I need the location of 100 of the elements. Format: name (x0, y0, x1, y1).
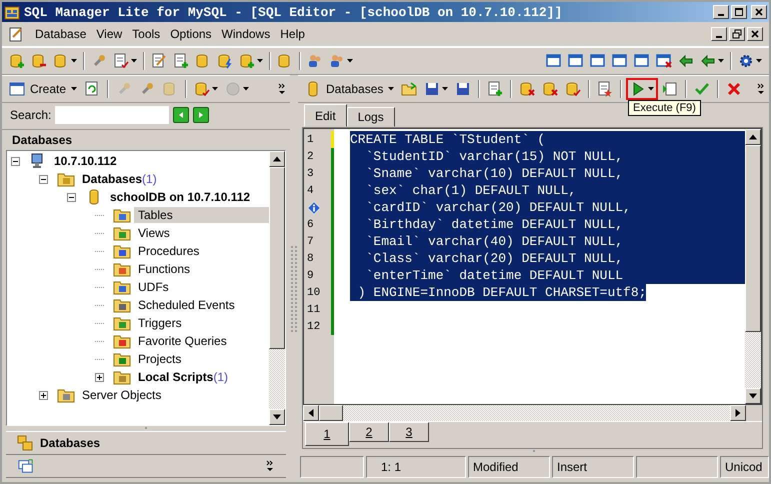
tree-item[interactable]: Local Scripts(1) (134, 369, 232, 385)
tree-item[interactable]: schoolDB on 10.7.10.112 (106, 189, 254, 205)
databases-dropdown[interactable]: Databases (302, 78, 398, 100)
folder-icon (57, 171, 75, 187)
close-icon (750, 29, 760, 39)
status-panel (300, 456, 364, 478)
window-title: SQL Manager Lite for MySQL - [SQL Editor - [schoolDB on 10.7.10.112]] (24, 4, 562, 20)
editor-tab[interactable]: Logs (346, 107, 395, 127)
caret-icon (131, 59, 137, 63)
tree-item[interactable]: Views (134, 225, 174, 241)
close-windows-icon (656, 53, 672, 69)
down-arrow-icon[interactable] (273, 413, 281, 421)
maximize-button[interactable] (731, 5, 747, 19)
tree-item[interactable]: Favorite Queries (134, 333, 231, 349)
disconnect-icon (116, 81, 132, 97)
caret-icon (648, 87, 654, 91)
next-button[interactable] (193, 107, 210, 123)
tree-item[interactable]: Databases(1) (78, 171, 161, 187)
tree-item[interactable]: 10.7.10.112 (50, 153, 121, 169)
execute-button[interactable] (626, 78, 658, 100)
save-icon (424, 81, 440, 97)
up-arrow-icon[interactable] (749, 133, 757, 141)
scroll-thumb[interactable] (319, 405, 343, 421)
code-editor[interactable] (303, 128, 762, 405)
menu-item[interactable]: Windows (216, 27, 276, 41)
menu-item[interactable]: Tools (127, 27, 166, 41)
search-field[interactable] (55, 106, 170, 124)
menu-item[interactable]: Help (275, 27, 310, 41)
close-button[interactable] (751, 5, 767, 19)
open-folder-icon (401, 81, 418, 97)
stacked-windows-icon (568, 53, 584, 69)
user-key-icon (329, 53, 345, 69)
more-chevron-icon[interactable] (266, 460, 274, 472)
caret-icon (347, 59, 353, 63)
favorite-add-icon (597, 81, 614, 97)
line-number: 7 (306, 236, 314, 248)
status-text: Modified (468, 456, 550, 478)
windows-icon[interactable] (18, 458, 34, 474)
folder-icon (113, 315, 131, 331)
more-chevron-icon[interactable] (278, 83, 286, 95)
expander[interactable] (67, 192, 76, 202)
left-arrow-icon[interactable] (307, 409, 315, 417)
tree-item[interactable]: Triggers (134, 315, 186, 331)
expander[interactable] (11, 156, 20, 166)
line-number: 3 (306, 168, 314, 180)
line-number: 8 (306, 252, 314, 264)
tree-item[interactable]: Functions (134, 261, 194, 277)
tree-item[interactable]: UDFs (134, 279, 173, 295)
explain-icon (662, 81, 678, 97)
previous-button[interactable] (173, 107, 190, 123)
rollback-icon (726, 81, 742, 97)
caret-icon (718, 59, 724, 63)
users-icon (307, 53, 323, 69)
expander[interactable] (39, 174, 48, 184)
cylinder-check-icon (194, 81, 210, 97)
checklist-icon (113, 53, 129, 69)
minimize-icon (718, 14, 724, 16)
line-number: 11 (306, 304, 320, 316)
up-arrow-icon[interactable] (273, 155, 281, 163)
search-label: Search: (10, 108, 52, 122)
close-button[interactable] (747, 27, 763, 41)
cylinder-minus-icon (31, 53, 47, 69)
page-tab[interactable]: 1 (305, 422, 349, 446)
tree-item[interactable]: Scheduled Events (134, 297, 239, 313)
panel-title: Databases (12, 133, 72, 147)
restore-button[interactable] (729, 27, 745, 41)
caret-icon (212, 87, 218, 91)
tree-item[interactable]: Procedures (134, 243, 204, 259)
menu-item[interactable]: Options (165, 27, 217, 41)
editor-tab[interactable]: Edit (304, 104, 347, 127)
line-number: 12 (306, 320, 320, 332)
vertical-scrollbar[interactable] (745, 129, 761, 404)
caret-icon (71, 59, 77, 63)
page-tab[interactable]: 3 (389, 422, 429, 442)
navigation-label[interactable]: Databases (40, 436, 100, 450)
minimize-button[interactable] (713, 5, 729, 19)
expander[interactable] (95, 372, 104, 382)
page-tab[interactable]: 2 (349, 422, 389, 442)
folder-icon (113, 351, 131, 367)
menu-item[interactable]: Database (30, 27, 92, 41)
cylinder-delete-icon (519, 81, 536, 97)
down-arrow-icon[interactable] (749, 392, 757, 400)
minimize-button[interactable] (711, 27, 727, 41)
create-button[interactable]: Create (6, 78, 80, 100)
tree-item[interactable]: Server Objects (78, 387, 166, 403)
tree-item[interactable]: Projects (134, 351, 186, 367)
scroll-thumb[interactable] (745, 145, 761, 332)
folder-icon (113, 333, 131, 349)
right-arrow-icon[interactable] (734, 409, 742, 417)
more-chevron-icon[interactable] (757, 83, 765, 95)
tree-item[interactable]: Tables (134, 207, 269, 223)
vertical-scrollbar[interactable] (269, 151, 285, 425)
expander[interactable] (39, 390, 48, 400)
maximize-icon (734, 7, 744, 17)
table-icon (9, 81, 25, 97)
caret-icon (756, 59, 762, 63)
caret-icon (442, 87, 448, 91)
line-number: 4 (306, 184, 314, 196)
menu-item[interactable]: View (91, 27, 128, 41)
scroll-thumb[interactable] (269, 167, 285, 349)
